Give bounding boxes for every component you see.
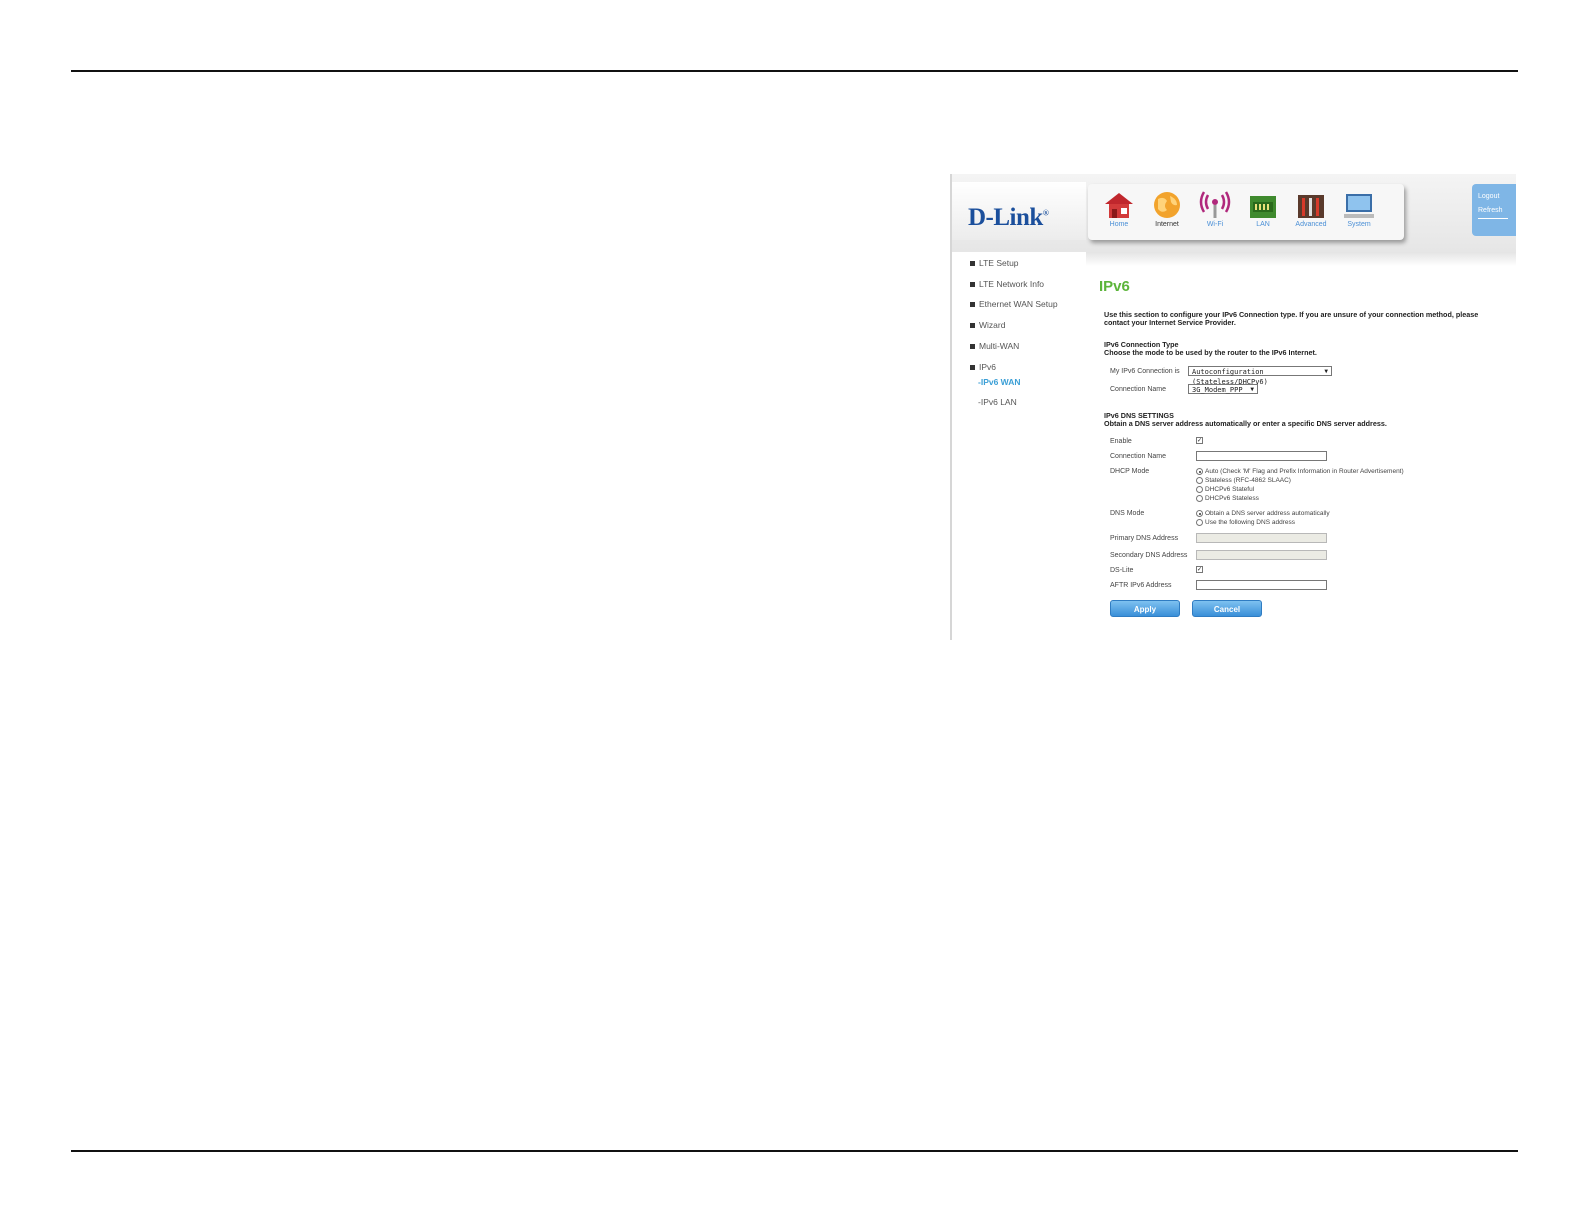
secondary-dns-label: Secondary DNS Address <box>1110 552 1188 559</box>
logout-link[interactable]: Logout <box>1472 190 1516 204</box>
logo-area: D-Link® <box>952 182 1086 240</box>
bullet-icon <box>970 365 975 371</box>
connection-type-desc: Choose the mode to be used by the router… <box>1104 348 1317 357</box>
sidebar-item-lte-network-info[interactable]: LTE Network Info <box>970 279 1044 289</box>
dropdown-arrow-icon: ▼ <box>1324 368 1328 375</box>
ds-lite-label: DS-Lite <box>1110 567 1134 574</box>
bullet-icon <box>970 344 975 350</box>
enable-checkbox[interactable]: ✓ <box>1196 437 1203 444</box>
dns-option-manual: Use the following DNS address <box>1205 519 1295 526</box>
dropdown-arrow-icon: ▼ <box>1250 386 1254 393</box>
divider <box>1478 218 1508 219</box>
dhcp-option-stateless: DHCPv6 Stateless <box>1205 495 1259 502</box>
main-nav: Home Internet Wi-Fi LAN Advanced System <box>1088 184 1404 240</box>
wifi-icon <box>1199 191 1231 218</box>
sidebar-item-wizard[interactable]: Wizard <box>970 320 1005 330</box>
primary-dns-label: Primary DNS Address <box>1110 535 1179 542</box>
sidebar-subitem-ipv6-wan[interactable]: -IPv6 WAN <box>978 377 1021 387</box>
account-links: Logout Refresh <box>1472 184 1516 236</box>
dhcp-auto-radio[interactable] <box>1196 468 1203 475</box>
sidebar-item-multi-wan[interactable]: Multi-WAN <box>970 341 1019 351</box>
intro-line-2: contact your Internet Service Provider. <box>1104 318 1236 327</box>
my-connection-label: My IPv6 Connection is <box>1110 368 1180 375</box>
sidebar-item-ethernet-wan-setup[interactable]: Ethernet WAN Setup <box>970 299 1058 309</box>
home-icon <box>1105 193 1133 218</box>
dhcpv6-stateless-radio[interactable] <box>1196 495 1203 502</box>
dns-option-auto: Obtain a DNS server address automaticall… <box>1205 510 1330 517</box>
bottom-rule <box>71 1150 1518 1152</box>
aftr-address-label: AFTR IPv6 Address <box>1110 582 1172 589</box>
sidebar-item-lte-setup[interactable]: LTE Setup <box>970 258 1019 268</box>
top-rule <box>71 70 1518 72</box>
enable-label: Enable <box>1110 438 1132 445</box>
nav-advanced[interactable]: Advanced <box>1288 190 1334 228</box>
nav-system[interactable]: System <box>1336 190 1382 228</box>
content-shade <box>1086 252 1516 266</box>
dns-connection-name-label: Connection Name <box>1110 453 1167 460</box>
dns-manual-radio[interactable] <box>1196 519 1203 526</box>
dhcpv6-stateful-radio[interactable] <box>1196 486 1203 493</box>
nav-internet[interactable]: Internet <box>1144 190 1190 228</box>
sidebar: LTE Setup LTE Network Info Ethernet WAN … <box>952 252 1086 640</box>
dlink-logo: D-Link® <box>968 204 1049 231</box>
bullet-icon <box>970 302 975 308</box>
globe-icon <box>1154 192 1180 218</box>
primary-dns-input[interactable] <box>1196 533 1327 543</box>
dns-settings-desc: Obtain a DNS server address automaticall… <box>1104 419 1387 428</box>
nav-lan[interactable]: LAN <box>1240 190 1286 228</box>
bullet-icon <box>970 323 975 329</box>
main-content: IPv6 Use this section to configure your … <box>1086 252 1516 640</box>
ds-lite-checkbox[interactable]: ✓ <box>1196 566 1203 573</box>
sidebar-item-ipv6[interactable]: IPv6 <box>970 362 996 372</box>
sidebar-subitem-ipv6-lan[interactable]: -IPv6 LAN <box>978 397 1017 407</box>
header-bar: D-Link® Home Internet Wi-Fi LAN Advanced… <box>952 174 1516 252</box>
bullet-icon <box>970 261 975 267</box>
nav-home[interactable]: Home <box>1096 190 1142 228</box>
dhcp-mode-label: DHCP Mode <box>1110 468 1150 475</box>
connection-type-select[interactable]: Autoconfiguration (Stateless/DHCPv6) ▼ <box>1188 366 1332 386</box>
apply-button[interactable]: Apply <box>1110 600 1180 617</box>
dns-connection-name-input[interactable] <box>1196 451 1327 461</box>
dhcp-option-auto: Auto (Check 'M' Flag and Prefix Informat… <box>1205 468 1404 475</box>
lan-icon <box>1250 196 1276 218</box>
router-ui-screenshot: D-Link® Home Internet Wi-Fi LAN Advanced… <box>950 174 1516 640</box>
cancel-button[interactable]: Cancel <box>1192 600 1262 617</box>
nav-wifi[interactable]: Wi-Fi <box>1192 190 1238 228</box>
dhcp-option-slaac: Stateless (RFC-4862 SLAAC) <box>1205 477 1291 484</box>
secondary-dns-input[interactable] <box>1196 550 1327 560</box>
toolbox-icon <box>1298 195 1324 218</box>
aftr-address-input[interactable] <box>1196 580 1327 590</box>
bullet-icon <box>970 282 975 288</box>
dns-mode-label: DNS Mode <box>1110 510 1145 517</box>
connection-name-select[interactable]: 3G_Modem_PPP ▼ <box>1188 384 1258 394</box>
dns-auto-radio[interactable] <box>1196 510 1203 517</box>
monitor-icon <box>1344 194 1374 218</box>
page-title: IPv6 <box>1099 278 1130 295</box>
connection-name-label: Connection Name <box>1110 386 1167 393</box>
refresh-link[interactable]: Refresh <box>1472 204 1516 218</box>
dhcp-option-stateful: DHCPv6 Stateful <box>1205 486 1255 493</box>
dhcp-stateless-slaac-radio[interactable] <box>1196 477 1203 484</box>
